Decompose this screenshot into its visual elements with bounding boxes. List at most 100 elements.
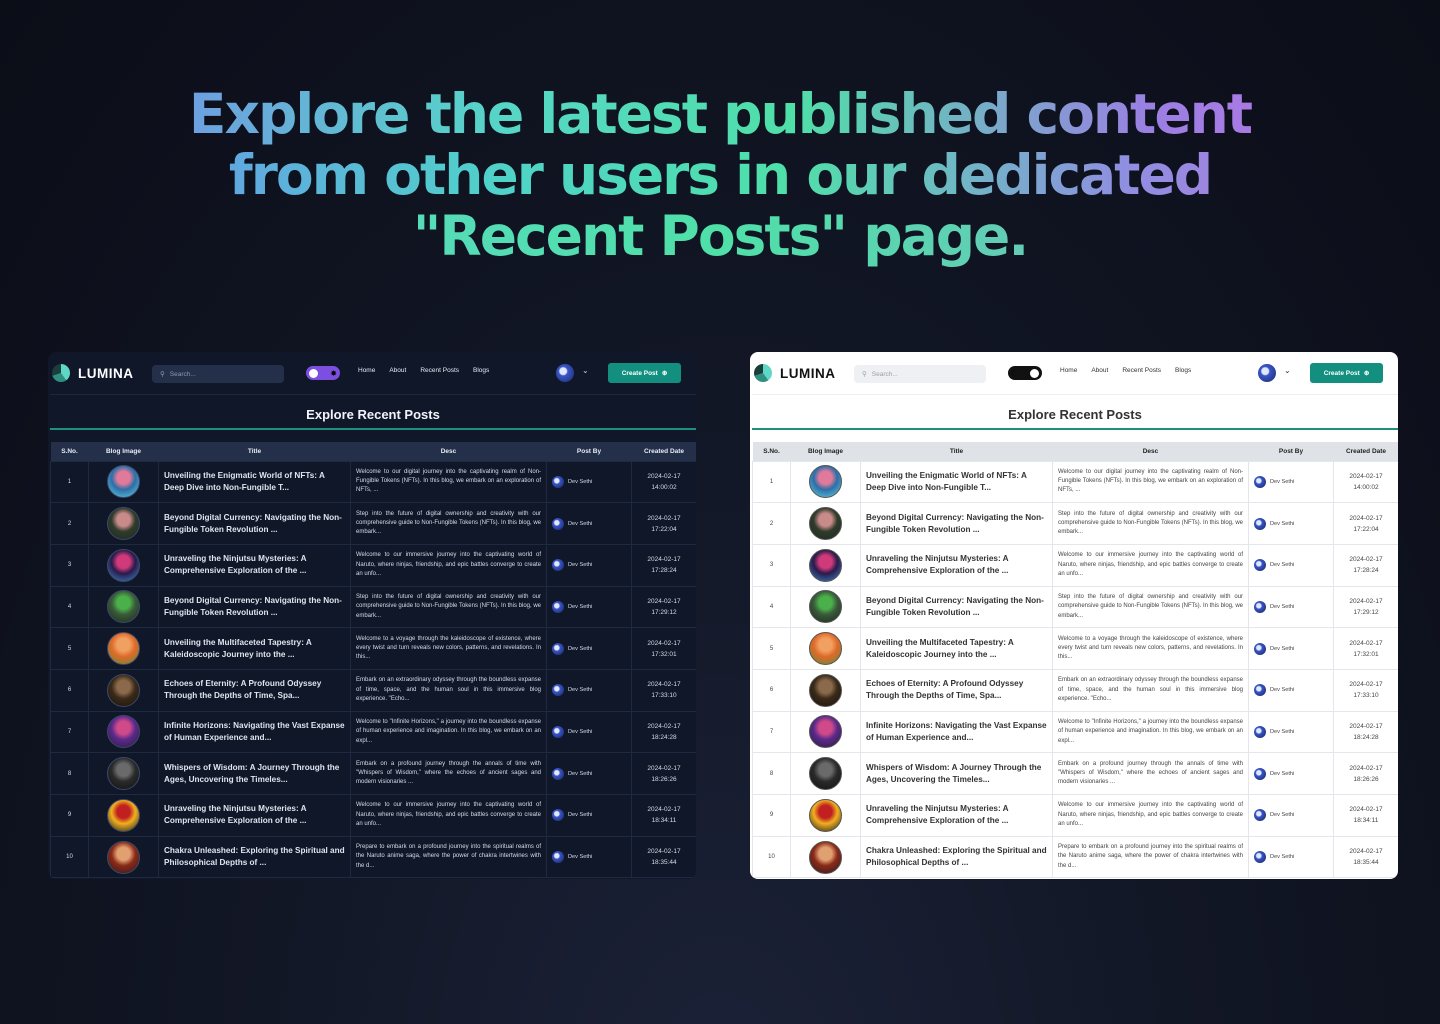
search-input[interactable]: ⚲ Search... [152, 365, 284, 383]
post-title[interactable]: Echoes of Eternity: A Profound Odyssey T… [159, 678, 350, 702]
table-row[interactable]: 10 Chakra Unleashed: Exploring the Spirit… [50, 835, 696, 879]
post-title[interactable]: Unveiling the Enigmatic World of NFTs: A… [861, 470, 1052, 494]
table-row[interactable]: 6 Echoes of Eternity: A Profound Odyssey … [50, 668, 696, 712]
user-avatar[interactable] [556, 364, 574, 382]
blog-thumbnail[interactable] [809, 840, 842, 874]
nav-link-about[interactable]: About [1091, 367, 1108, 374]
table-row[interactable]: 10 Chakra Unleashed: Exploring the Spirit… [752, 835, 1398, 879]
author-avatar [1254, 851, 1266, 864]
blog-thumbnail[interactable] [107, 590, 140, 624]
blog-thumbnail[interactable] [809, 715, 842, 749]
post-title[interactable]: Unveiling the Enigmatic World of NFTs: A… [159, 470, 350, 494]
table-row[interactable]: 9 Unraveling the Ninjutsu Mysteries: A Co… [50, 794, 696, 837]
post-title[interactable]: Chakra Unleashed: Exploring the Spiritua… [159, 845, 350, 869]
table-row[interactable]: 5 Unveiling the Multifaceted Tapestry: A … [50, 627, 696, 670]
blog-thumbnail[interactable] [107, 548, 140, 582]
post-title[interactable]: Echoes of Eternity: A Profound Odyssey T… [861, 678, 1052, 702]
nav-link-recent-posts[interactable]: Recent Posts [1122, 367, 1161, 374]
table-row[interactable]: 3 Unraveling the Ninjutsu Mysteries: A Co… [752, 543, 1398, 587]
author-avatar [1254, 684, 1266, 697]
blog-thumbnail[interactable] [107, 840, 140, 874]
post-by-cell: Dev Sethi [546, 502, 632, 545]
table-row[interactable]: 3 Unraveling the Ninjutsu Mysteries: A Co… [50, 543, 696, 587]
nav-link-blogs[interactable]: Blogs [1175, 367, 1191, 374]
blog-thumbnail[interactable] [107, 507, 140, 541]
post-by-cell: Dev Sethi [546, 752, 632, 795]
table-row[interactable]: 6 Echoes of Eternity: A Profound Odyssey … [752, 668, 1398, 712]
toggle-knob [309, 368, 318, 378]
row-sno: 2 [50, 502, 89, 545]
created-time: 14:00:02 [651, 483, 677, 491]
post-desc: Welcome to our immersive journey into th… [1058, 802, 1243, 827]
created-date: 2024-02-17 [647, 722, 681, 730]
table-row[interactable]: 8 Whispers of Wisdom: A Journey Through t… [50, 752, 696, 795]
blog-thumbnail[interactable] [809, 757, 842, 791]
blog-thumbnail[interactable] [809, 590, 842, 624]
post-title[interactable]: Unraveling the Ninjutsu Mysteries: A Com… [861, 553, 1052, 577]
nav-link-home[interactable]: Home [1060, 367, 1077, 374]
post-title[interactable]: Unraveling the Ninjutsu Mysteries: A Com… [159, 553, 350, 577]
post-by-cell: Dev Sethi [1248, 585, 1334, 629]
blog-thumbnail[interactable] [107, 757, 140, 791]
post-title[interactable]: Beyond Digital Currency: Navigating the … [159, 595, 350, 619]
col-created-date: Created Date [1333, 442, 1398, 461]
blog-thumbnail[interactable] [107, 798, 140, 832]
desc-cell: Welcome to "Infinite Horizons," a journe… [350, 710, 547, 754]
post-title[interactable]: Unraveling the Ninjutsu Mysteries: A Com… [159, 803, 350, 827]
table-row[interactable]: 8 Whispers of Wisdom: A Journey Through t… [752, 752, 1398, 795]
nav-link-about[interactable]: About [389, 367, 406, 374]
col-sno: S.No. [752, 442, 791, 461]
nav-link-blogs[interactable]: Blogs [473, 367, 489, 374]
table-row[interactable]: 1 Unveiling the Enigmatic World of NFTs: … [50, 460, 696, 504]
page-title: Explore Recent Posts [50, 394, 696, 430]
blog-thumbnail[interactable] [809, 798, 842, 832]
table-row[interactable]: 4 Beyond Digital Currency: Navigating the… [50, 585, 696, 629]
brand-logo[interactable]: LUMINA [52, 364, 134, 382]
theme-toggle[interactable]: ☾ [1008, 366, 1042, 380]
table-row[interactable]: 7 Infinite Horizons: Navigating the Vast … [752, 710, 1398, 754]
nav-link-recent-posts[interactable]: Recent Posts [420, 367, 459, 374]
theme-toggle[interactable]: ✸ [306, 366, 340, 380]
user-avatar[interactable] [1258, 364, 1276, 382]
created-date-cell: 2024-02-17 17:29:12 [1333, 585, 1398, 629]
nav-link-home[interactable]: Home [358, 367, 375, 374]
post-title[interactable]: Whispers of Wisdom: A Journey Through th… [159, 762, 350, 786]
blog-thumbnail[interactable] [809, 507, 842, 541]
post-title[interactable]: Beyond Digital Currency: Navigating the … [861, 595, 1052, 619]
blog-thumbnail[interactable] [107, 715, 140, 749]
post-title[interactable]: Infinite Horizons: Navigating the Vast E… [861, 720, 1052, 744]
post-title[interactable]: Whispers of Wisdom: A Journey Through th… [861, 762, 1052, 786]
table-row[interactable]: 2 Beyond Digital Currency: Navigating the… [752, 502, 1398, 545]
table-row[interactable]: 1 Unveiling the Enigmatic World of NFTs: … [752, 460, 1398, 504]
post-title[interactable]: Chakra Unleashed: Exploring the Spiritua… [861, 845, 1052, 869]
blog-thumbnail[interactable] [107, 673, 140, 707]
table-row[interactable]: 2 Beyond Digital Currency: Navigating the… [50, 502, 696, 545]
table-row[interactable]: 4 Beyond Digital Currency: Navigating the… [752, 585, 1398, 629]
blog-thumbnail[interactable] [809, 465, 842, 499]
blog-image-cell [790, 502, 861, 545]
table-row[interactable]: 5 Unveiling the Multifaceted Tapestry: A … [752, 627, 1398, 670]
table-row[interactable]: 7 Infinite Horizons: Navigating the Vast … [50, 710, 696, 754]
table-row[interactable]: 9 Unraveling the Ninjutsu Mysteries: A Co… [752, 794, 1398, 837]
post-title[interactable]: Beyond Digital Currency: Navigating the … [159, 512, 350, 536]
post-title[interactable]: Beyond Digital Currency: Navigating the … [861, 512, 1052, 536]
blog-thumbnail[interactable] [107, 465, 140, 499]
search-input[interactable]: ⚲ Search... [854, 365, 986, 383]
create-post-button[interactable]: Create Post ⊕ [608, 363, 681, 383]
post-title[interactable]: Unraveling the Ninjutsu Mysteries: A Com… [861, 803, 1052, 827]
blog-thumbnail[interactable] [809, 673, 842, 707]
chevron-down-icon[interactable]: ⌄ [582, 366, 589, 375]
brand-logo[interactable]: LUMINA [754, 364, 836, 382]
post-title[interactable]: Infinite Horizons: Navigating the Vast E… [159, 720, 350, 744]
desc-cell: Embark on a profound journey through the… [350, 752, 547, 795]
post-by-cell: Dev Sethi [1248, 543, 1334, 587]
blog-thumbnail[interactable] [107, 632, 140, 666]
blog-thumbnail[interactable] [809, 632, 842, 666]
author-name: Dev Sethi [568, 520, 593, 527]
blog-thumbnail[interactable] [809, 548, 842, 582]
chevron-down-icon[interactable]: ⌄ [1284, 366, 1291, 375]
post-title[interactable]: Unveiling the Multifaceted Tapestry: A K… [159, 637, 350, 661]
post-title[interactable]: Unveiling the Multifaceted Tapestry: A K… [861, 637, 1052, 661]
post-desc: Embark on a profound journey through the… [356, 760, 541, 786]
create-post-button[interactable]: Create Post ⊕ [1310, 363, 1383, 383]
